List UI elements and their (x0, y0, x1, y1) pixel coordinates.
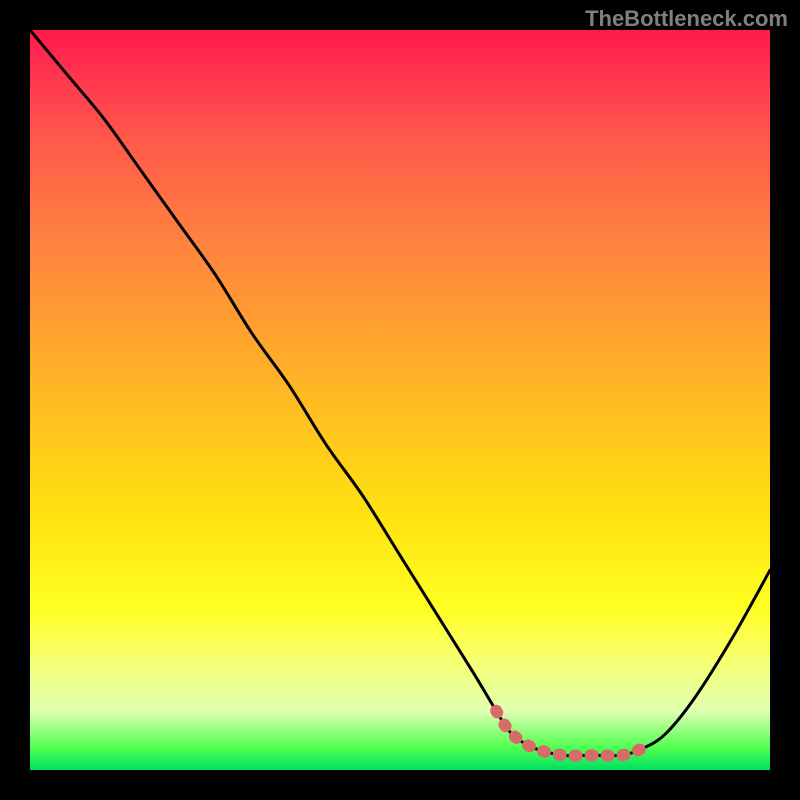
chart-plot-area (30, 30, 770, 770)
watermark-text: TheBottleneck.com (585, 6, 788, 32)
bottleneck-curve-path (30, 30, 770, 756)
flat-region-highlight (496, 711, 644, 756)
bottleneck-curve-svg (30, 30, 770, 770)
